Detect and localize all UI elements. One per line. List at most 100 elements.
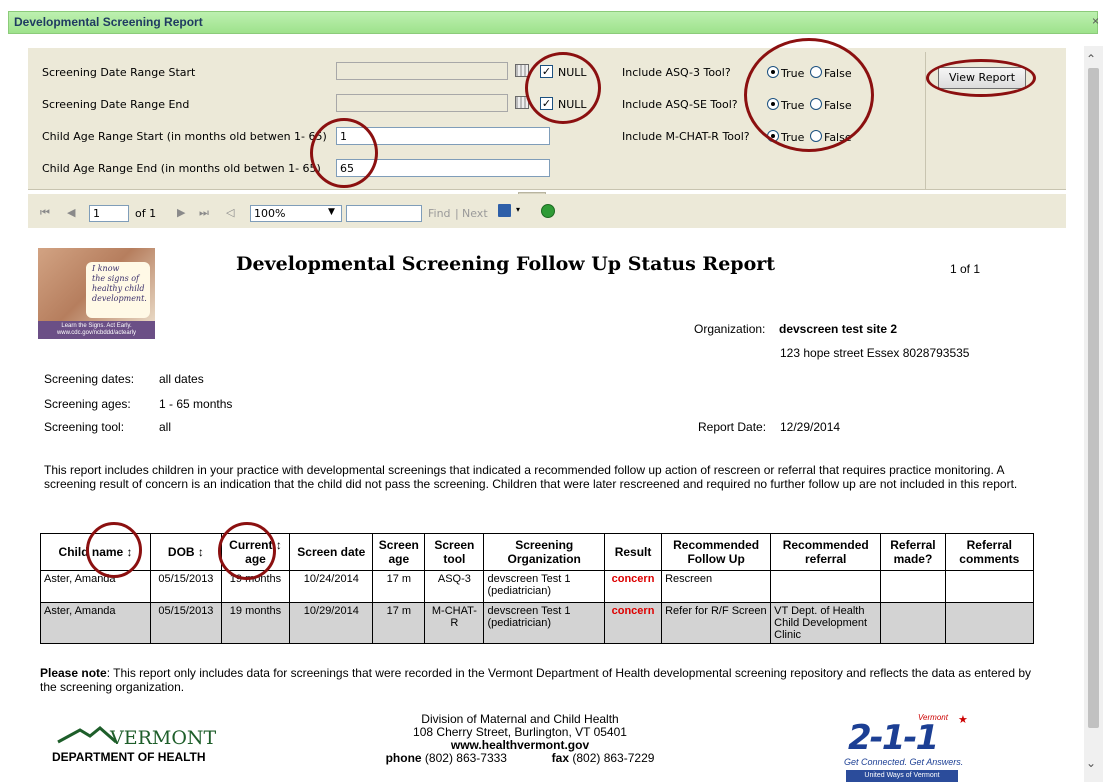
end-date-input[interactable] xyxy=(336,94,508,112)
mchat-false-radio[interactable] xyxy=(810,130,822,142)
screening-tool-label: Screening tool: xyxy=(44,420,125,434)
refresh-icon[interactable] xyxy=(541,204,555,218)
age-end-input[interactable]: 65 xyxy=(336,159,550,177)
cell-child-name: Aster, Amanda xyxy=(39,570,152,603)
cell-result: concern xyxy=(603,570,663,603)
cell-screen-tool: ASQ-3 xyxy=(424,570,485,603)
cell-screen-date: 10/29/2014 xyxy=(289,602,374,644)
mchat-false-label: False xyxy=(824,131,852,144)
cell-current-age: 19 months xyxy=(220,602,291,644)
find-link[interactable]: Find xyxy=(428,207,451,220)
scrollbar-thumb[interactable] xyxy=(1088,68,1099,728)
cell-referral-made xyxy=(880,570,946,603)
start-date-null-checkbox[interactable]: ✓ xyxy=(540,65,553,78)
organization-label: Organization: xyxy=(694,322,766,336)
start-date-calendar-icon[interactable] xyxy=(515,64,529,77)
col-current-age[interactable]: Current ↕ age xyxy=(220,533,291,571)
age-end-label: Child Age Range End (in months old betwe… xyxy=(42,162,321,175)
back-icon[interactable]: ◁ xyxy=(226,206,234,219)
logo-211-tagline: Get Connected. Get Answers. xyxy=(844,757,964,767)
report-note: Please note: This report only includes d… xyxy=(40,666,1050,694)
table-row: Aster, Amanda 05/15/2013 19 months 10/24… xyxy=(39,570,1035,603)
age-start-input[interactable]: 1 xyxy=(336,127,550,145)
asqse-true-radio[interactable] xyxy=(767,98,779,110)
find-separator: | xyxy=(455,207,459,220)
asqse-false-label: False xyxy=(824,99,852,112)
screening-ages-value: 1 - 65 months xyxy=(159,397,233,411)
previous-page-icon[interactable]: ◀ xyxy=(67,206,75,219)
col-child-name[interactable]: Child name ↕ xyxy=(39,533,152,571)
cell-child-name: Aster, Amanda xyxy=(39,602,152,644)
cell-recommended-referral: VT Dept. of Health Child Development Cli… xyxy=(770,602,882,644)
col-recommended-referral: Recommended referral xyxy=(770,533,882,571)
mchat-true-radio[interactable] xyxy=(767,130,779,142)
end-date-label: Screening Date Range End xyxy=(42,98,190,111)
chevron-down-icon[interactable]: ▼ xyxy=(328,207,335,217)
phone-label: phone xyxy=(385,751,422,765)
fax-label: fax xyxy=(551,751,570,765)
asq3-false-label: False xyxy=(824,67,852,80)
page-count-label: of 1 xyxy=(135,207,157,220)
find-next-link[interactable]: Next xyxy=(462,207,488,220)
scroll-up-icon[interactable]: ⌃ xyxy=(1086,52,1096,66)
col-referral-comments: Referral comments xyxy=(944,533,1035,571)
asqse-true-label: True xyxy=(781,99,805,112)
find-input[interactable] xyxy=(346,205,422,222)
phone-number: (802) 863-7333 xyxy=(424,751,507,765)
close-icon[interactable]: × xyxy=(1092,14,1099,28)
asq3-true-label: True xyxy=(781,67,805,80)
start-date-label: Screening Date Range Start xyxy=(42,66,196,79)
cell-recommended-referral xyxy=(770,570,882,603)
end-date-calendar-icon[interactable] xyxy=(515,96,529,109)
screening-ages-label: Screening ages: xyxy=(44,397,131,411)
cell-referral-comments xyxy=(944,602,1035,644)
vermont-mountain-icon xyxy=(57,726,117,744)
screening-tool-value: all xyxy=(159,420,172,434)
cell-referral-comments xyxy=(944,570,1035,603)
col-screen-date: Screen date xyxy=(289,533,374,571)
start-date-null-label: NULL xyxy=(558,66,587,79)
col-referral-made: Referral made? xyxy=(880,533,946,571)
logo-211-united-ways: United Ways of Vermont xyxy=(846,770,958,782)
next-page-icon[interactable]: ▶ xyxy=(177,206,185,219)
asq3-true-radio[interactable] xyxy=(767,66,779,78)
note-heading: Please note xyxy=(40,666,107,680)
cell-screen-age: 17 m xyxy=(372,602,426,644)
mchat-true-label: True xyxy=(781,131,805,144)
asqse-label: Include ASQ-SE Tool? xyxy=(622,98,738,111)
col-dob[interactable]: DOB ↕ xyxy=(150,533,222,571)
organization-name: devscreen test site 2 xyxy=(779,322,898,336)
report-page-count: 1 of 1 xyxy=(950,262,981,276)
report-title: Developmental Screening Follow Up Status… xyxy=(236,253,776,275)
report-date-value: 12/29/2014 xyxy=(780,420,841,434)
note-text: : This report only includes data for scr… xyxy=(40,666,1031,694)
asqse-false-radio[interactable] xyxy=(810,98,822,110)
col-screen-age: Screen age xyxy=(372,533,426,571)
window-title: Developmental Screening Report xyxy=(14,15,203,29)
cell-referral-made xyxy=(880,602,946,644)
export-dropdown-icon[interactable]: ▾ xyxy=(516,205,520,214)
col-screen-tool: Screen tool xyxy=(424,533,485,571)
cell-screening-organization: devscreen Test 1 (pediatrician) xyxy=(483,602,605,644)
cell-recommended-follow-up: Rescreen xyxy=(661,570,772,603)
cell-dob: 05/15/2013 xyxy=(150,570,222,603)
scroll-down-icon[interactable]: ⌄ xyxy=(1086,756,1096,770)
screening-dates-label: Screening dates: xyxy=(44,372,135,386)
logo-tagline: I know the signs of healthy child develo… xyxy=(92,264,147,303)
start-date-input[interactable] xyxy=(336,62,508,80)
export-save-icon[interactable] xyxy=(498,204,511,217)
report-date-label: Report Date: xyxy=(698,420,767,434)
col-recommended-follow-up: Recommended Follow Up xyxy=(661,533,772,571)
star-icon: ★ xyxy=(958,714,968,726)
first-page-icon[interactable]: ⏮ xyxy=(40,206,50,220)
vermont-wordmark: VERMONT xyxy=(110,727,217,749)
col-result: Result xyxy=(603,533,663,571)
view-report-button[interactable]: View Report xyxy=(938,67,1026,89)
asq3-false-radio[interactable] xyxy=(810,66,822,78)
end-date-null-checkbox[interactable]: ✓ xyxy=(540,97,553,110)
cell-current-age: 19 months xyxy=(220,570,291,603)
contact-footer: Division of Maternal and Child Health 10… xyxy=(360,713,680,765)
col-screening-organization: Screening Organization xyxy=(483,533,605,571)
last-page-icon[interactable]: ⏭ xyxy=(199,206,209,220)
page-number-input[interactable]: 1 xyxy=(89,205,129,222)
